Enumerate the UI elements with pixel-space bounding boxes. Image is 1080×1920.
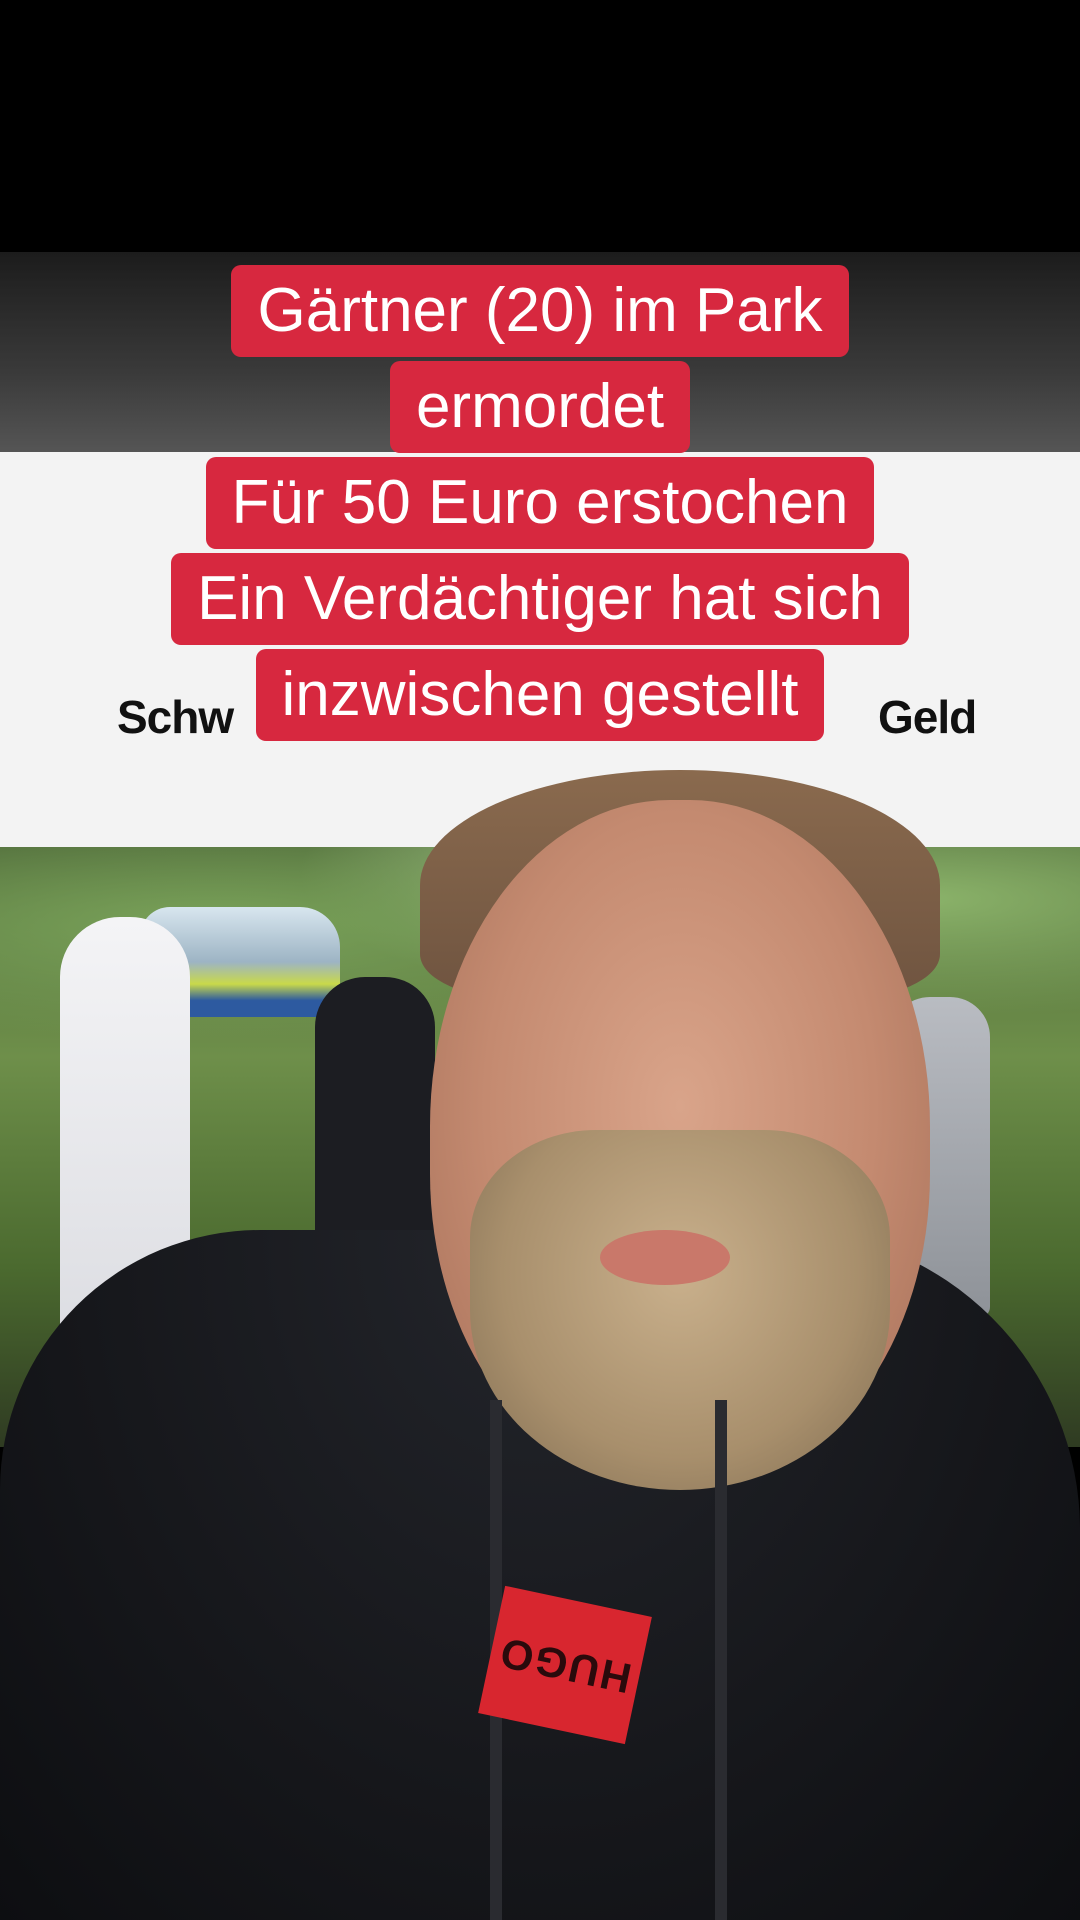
caption-line-5: inzwischen gestellt	[255, 649, 825, 741]
caption-line-4: Ein Verdächtiger hat sich	[171, 553, 909, 645]
overlay-caption: Gärtner (20) im Park ermordet Für 50 Eur…	[0, 265, 1080, 745]
caption-line-1: Gärtner (20) im Park	[231, 265, 849, 357]
caption-line-2: ermordet	[389, 361, 691, 453]
caption-line-3: Für 50 Euro erstochen	[205, 457, 875, 549]
hoodie-drawstring-right	[715, 1400, 727, 1920]
presenter-mouth	[600, 1230, 730, 1285]
presenter-beard	[470, 1130, 890, 1490]
hugo-logo-text: HUGO	[494, 1628, 636, 1703]
presenter: HUGO	[0, 760, 1080, 1920]
top-black-bar	[0, 0, 1080, 252]
